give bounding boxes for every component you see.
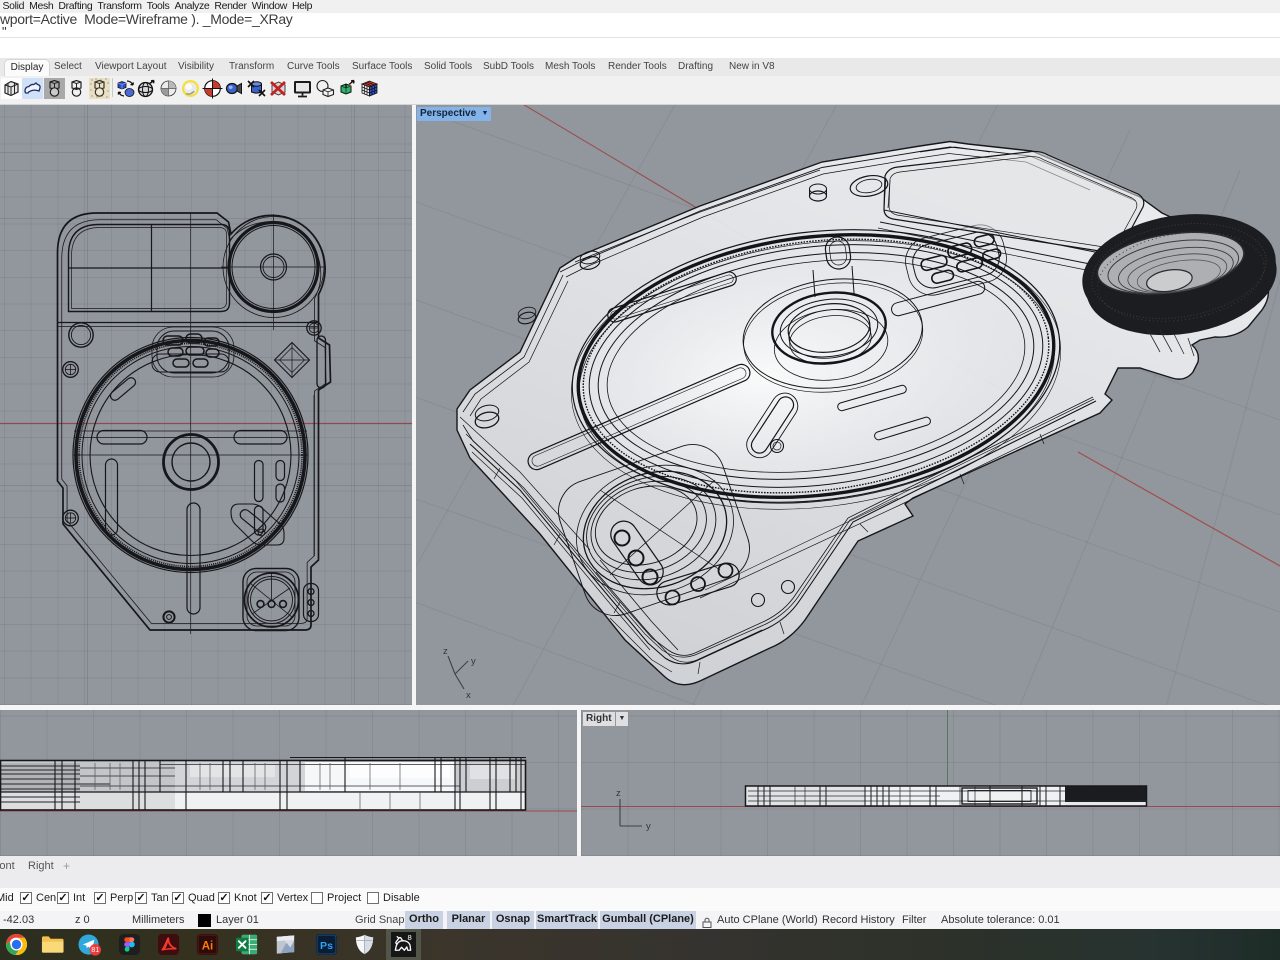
- svg-text:81: 81: [91, 946, 99, 954]
- svg-text:z: z: [443, 646, 448, 657]
- svg-text:Ai: Ai: [202, 940, 214, 952]
- svg-text:8: 8: [408, 933, 412, 942]
- svg-text:x: x: [466, 690, 471, 701]
- svg-text:y: y: [646, 821, 651, 832]
- svg-text:z: z: [616, 788, 621, 799]
- svg-text:y: y: [471, 656, 476, 667]
- svg-text:Ps: Ps: [320, 940, 333, 952]
